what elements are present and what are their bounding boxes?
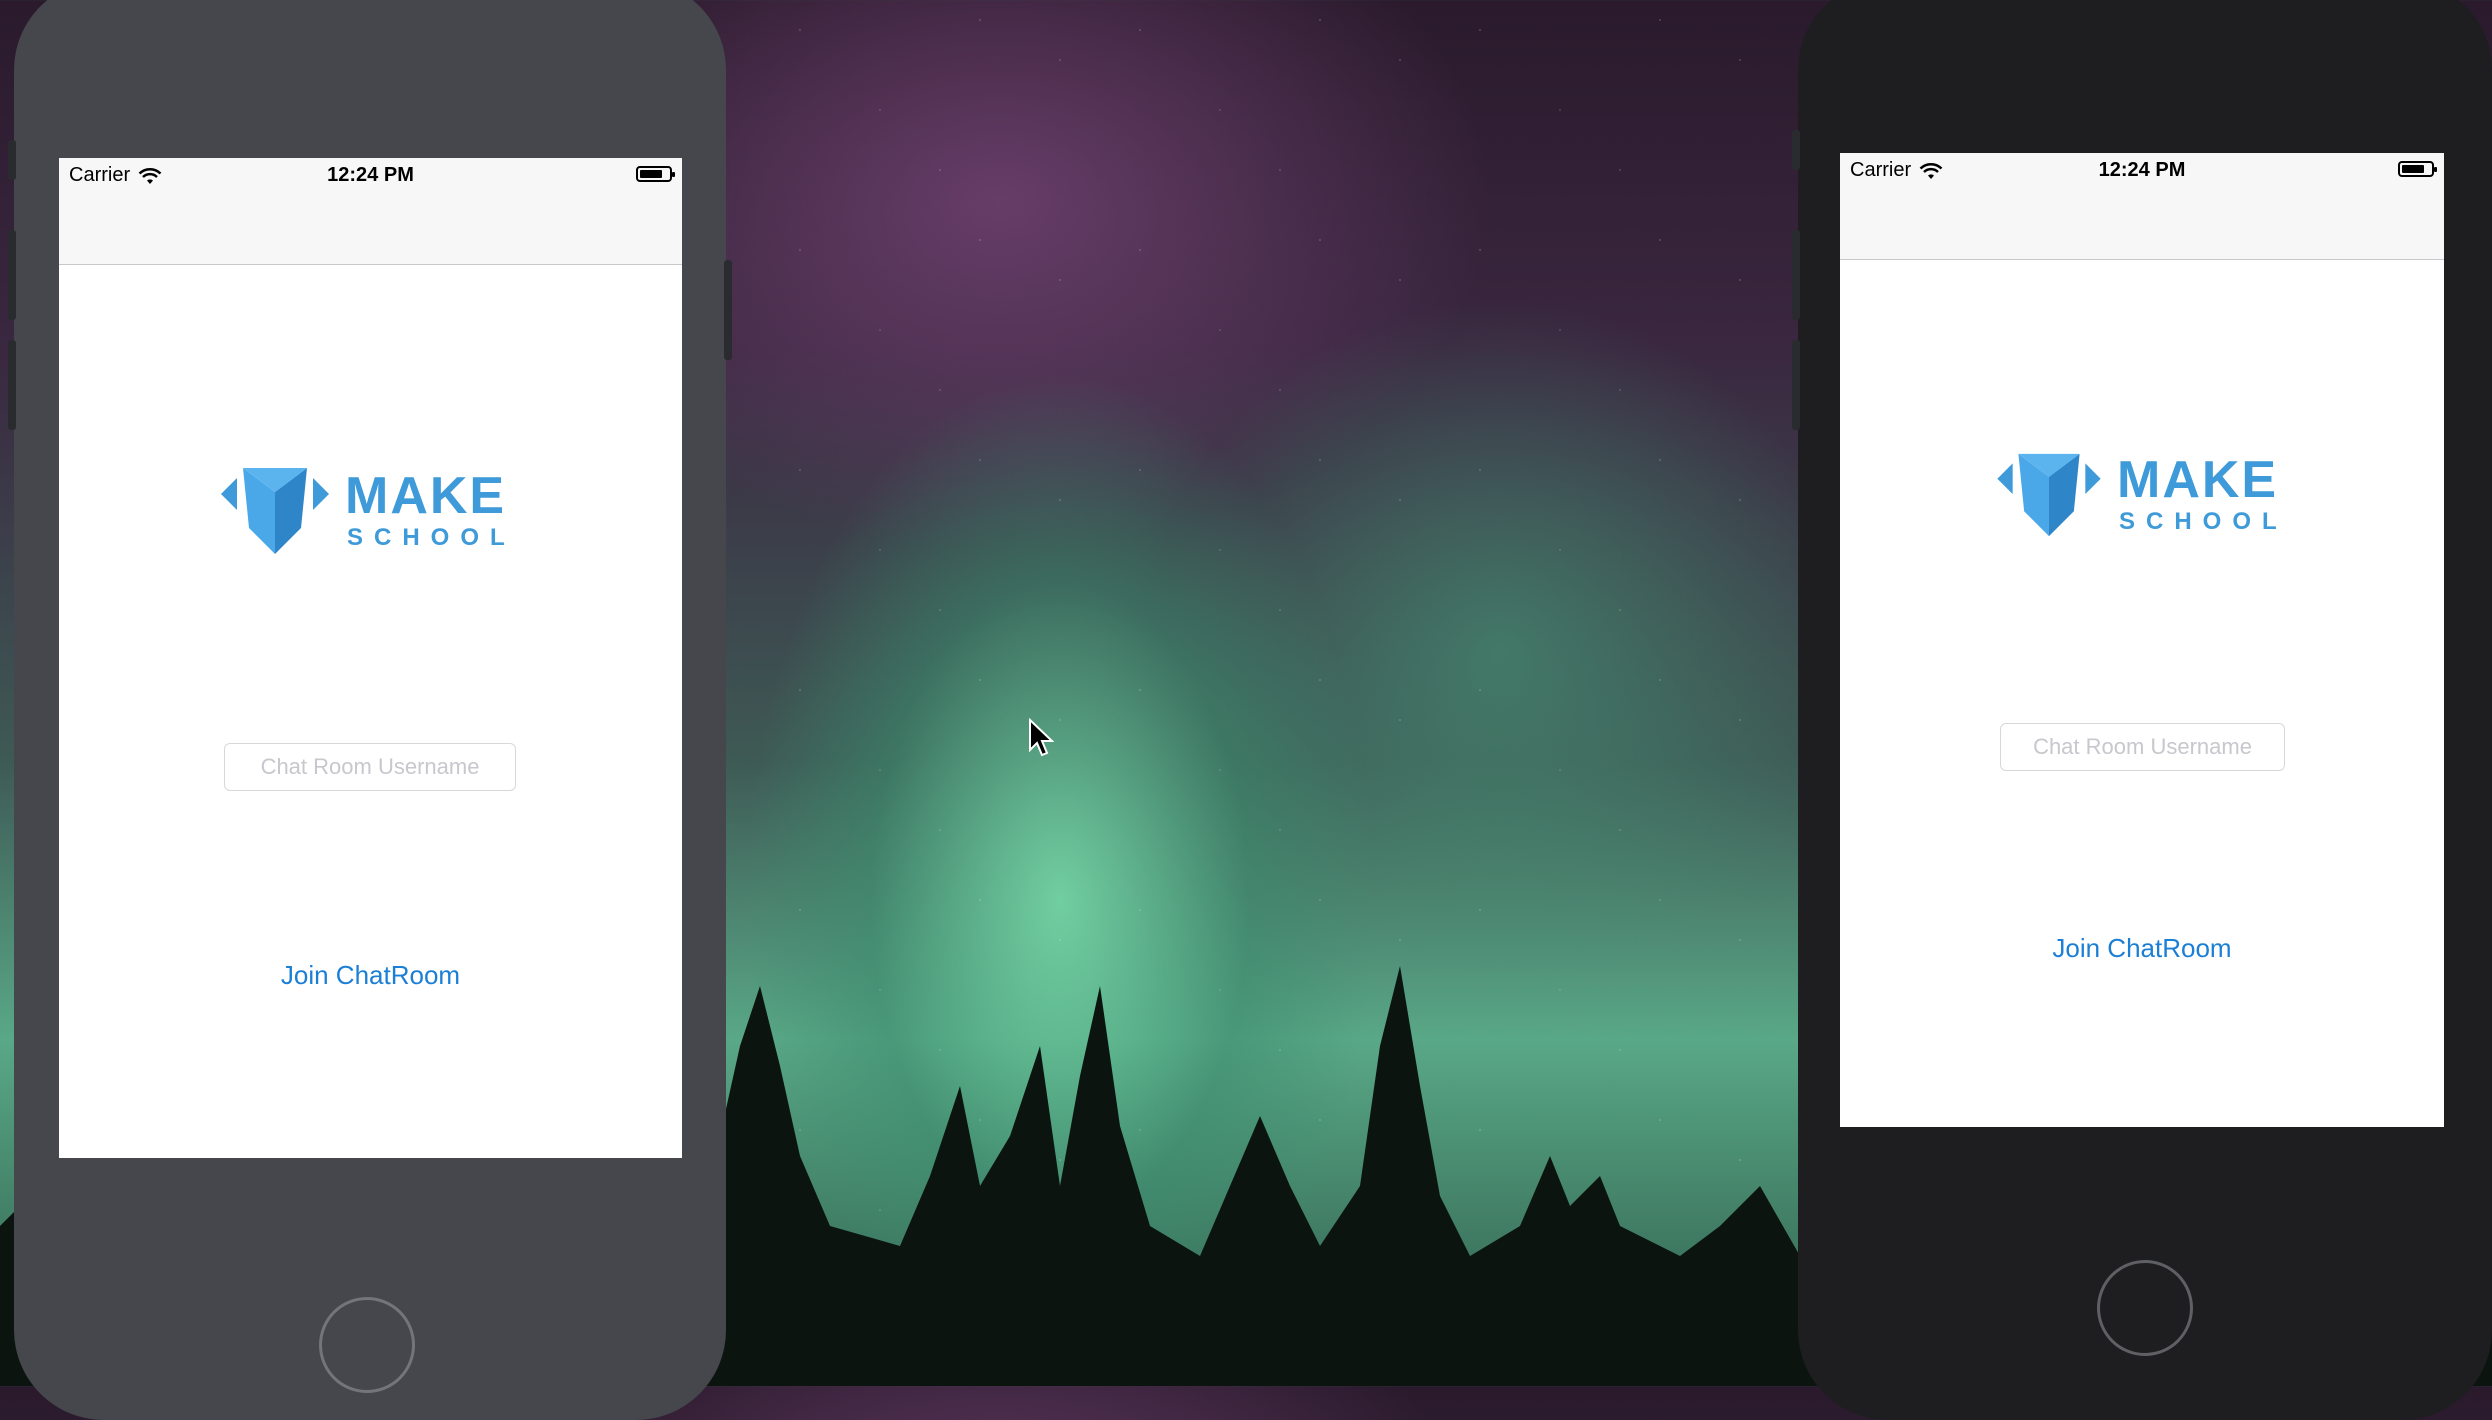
navigation-bar	[59, 192, 682, 265]
status-time: 12:24 PM	[327, 164, 414, 186]
username-field[interactable]: Chat Room Username	[224, 743, 516, 791]
volume-down-button	[8, 340, 16, 430]
battery-icon	[636, 166, 675, 182]
status-time: 12:24 PM	[2098, 159, 2186, 181]
make-school-logo: MAKE SCHOOL	[1995, 450, 2288, 538]
join-chatroom-button[interactable]: Join ChatRoom	[1840, 933, 2444, 964]
power-button	[724, 260, 732, 360]
volume-up-button	[1792, 230, 1800, 320]
make-school-logo: MAKE SCHOOL	[219, 464, 516, 556]
app-screen: Carrier 12:24 PM MAKE SCHOOL Chat Room U…	[1840, 153, 2444, 1127]
make-school-emblem-icon	[1997, 453, 2101, 537]
mute-switch	[1792, 130, 1800, 170]
join-chatroom-button[interactable]: Join ChatRoom	[59, 960, 682, 991]
volume-up-button	[8, 230, 16, 320]
simulator-left: Carrier 12:24 PM MAKE SCHOOL Chat Room U…	[8, 0, 732, 1420]
app-screen: Carrier 12:24 PM MAKE SCHOOL Chat Room U…	[59, 158, 682, 1158]
navigation-bar	[1840, 187, 2444, 260]
mute-switch	[8, 140, 16, 180]
volume-down-button	[1792, 340, 1800, 430]
status-bar: Carrier 12:24 PM	[59, 158, 682, 192]
logo-make-text: MAKE	[2117, 451, 2279, 509]
battery-icon	[2398, 161, 2437, 177]
simulator-right: Carrier 12:24 PM MAKE SCHOOL Chat Room U…	[1792, 0, 2492, 1420]
username-field[interactable]: Chat Room Username	[2000, 723, 2285, 771]
home-button[interactable]	[319, 1297, 415, 1393]
logo-school-text: SCHOOL	[347, 524, 516, 551]
logo-school-text: SCHOOL	[2119, 508, 2288, 535]
status-bar: Carrier 12:24 PM	[1840, 153, 2444, 187]
home-button[interactable]	[2097, 1260, 2193, 1356]
logo-make-text: MAKE	[345, 467, 507, 525]
mouse-pointer-icon	[1029, 718, 1054, 757]
make-school-emblem-icon	[221, 468, 329, 554]
